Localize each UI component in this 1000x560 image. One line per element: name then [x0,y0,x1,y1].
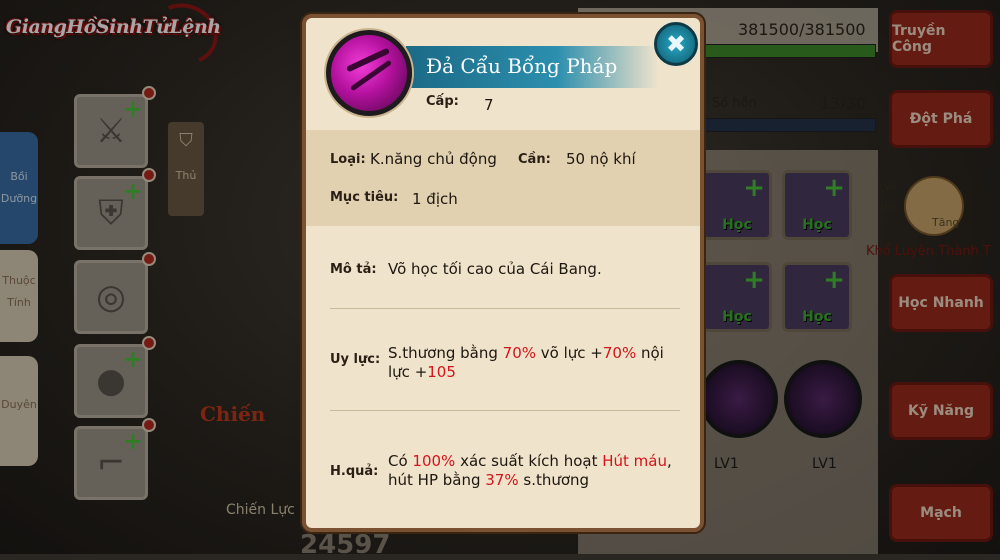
effect-value: Có 100% xác suất kích hoạt Hút máu, hút … [388,452,672,489]
skill-name: Đả Cẩu Bổng Pháp [426,54,618,78]
target-value: 1 địch [412,190,458,208]
skill-info-band [306,130,700,226]
divider [330,410,680,411]
close-icon: ✖ [665,30,687,58]
cost-label: Cần: [518,152,551,167]
type-value: K.năng chủ động [370,150,497,168]
desc-label: Mô tả: [330,262,377,277]
power-label: Uy lực: [330,352,381,367]
power-value: S.thương bằng 70% võ lực +70% nội lực +1… [388,344,664,381]
divider [330,308,680,309]
level-label: Cấp: [426,94,459,109]
staff-skill-icon [326,30,412,116]
cost-value: 50 nộ khí [566,150,636,168]
effect-label: H.quả: [330,464,379,479]
level-value: 7 [484,96,494,114]
target-label: Mục tiêu: [330,190,399,205]
type-label: Loại: [330,152,366,167]
desc-value: Võ học tối cao của Cái Bang. [388,260,602,278]
close-button[interactable]: ✖ [654,22,698,66]
